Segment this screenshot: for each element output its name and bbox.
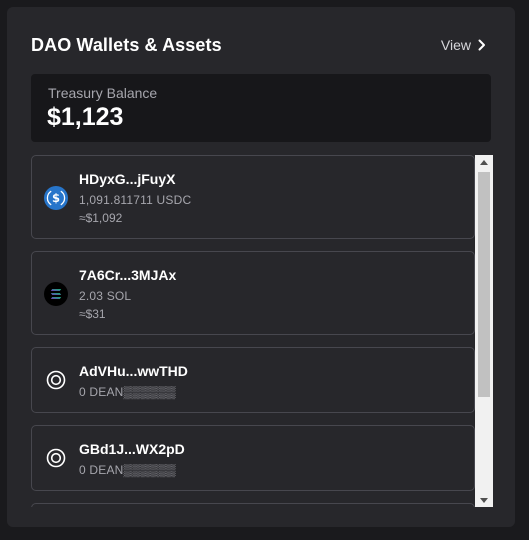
view-button[interactable]: View [441,37,487,53]
view-label: View [440,37,471,53]
triangle-down-icon [480,497,488,503]
wallet-list[interactable]: $ HDyxG...jFuyX 1,091.811711 USDC ≈$1,09… [31,155,493,507]
wallet-usd-value: ≈$1,092 [79,211,123,225]
triangle-up-icon [480,159,488,165]
panel-header: DAO Wallets & Assets View [31,33,491,57]
wallet-address: GBd1J...WX2pD [79,441,185,457]
chevron-right-icon [478,39,485,51]
wallet-amount: 1,091.811711 USDC [79,193,192,207]
treasury-balance-card: Treasury Balance $1,123 [31,74,491,142]
wallet-item[interactable]: GBd1J...WX2pD 0 DEAN▒▒▒▒▒▒ [31,425,475,491]
panel-title: DAO Wallets & Assets [31,34,222,55]
wallet-address: AdVHu...wwTHD [79,363,188,379]
solana-icon [44,282,68,306]
svg-text:$: $ [52,191,60,205]
token-ring-icon [46,448,66,468]
treasury-balance-label: Treasury Balance [48,85,158,101]
dao-wallets-panel: DAO Wallets & Assets View Treasury Balan… [7,7,515,527]
wallet-list-scrollbar[interactable] [475,155,493,507]
token-ring-icon [46,370,66,390]
scroll-up-arrow[interactable] [475,155,493,169]
treasury-balance-value: $1,123 [47,103,124,131]
wallet-amount: 2.03 SOL [79,289,132,303]
wallet-amount: 0 DEAN▒▒▒▒▒▒ [79,385,176,399]
usdc-icon: $ [44,186,68,210]
wallet-item[interactable]: 7A6Cr...3MJAx 2.03 SOL ≈$31 [31,251,475,335]
wallet-item-partial[interactable] [31,503,475,507]
scrollbar-thumb[interactable] [478,172,490,397]
wallet-item[interactable]: AdVHu...wwTHD 0 DEAN▒▒▒▒▒▒ [31,347,475,413]
wallet-usd-value: ≈$31 [79,307,106,321]
scroll-down-arrow[interactable] [475,493,493,507]
wallet-item[interactable]: $ HDyxG...jFuyX 1,091.811711 USDC ≈$1,09… [31,155,475,239]
wallet-address: 7A6Cr...3MJAx [79,267,177,283]
wallet-address: HDyxG...jFuyX [79,171,176,187]
wallet-amount: 0 DEAN▒▒▒▒▒▒ [79,463,176,477]
